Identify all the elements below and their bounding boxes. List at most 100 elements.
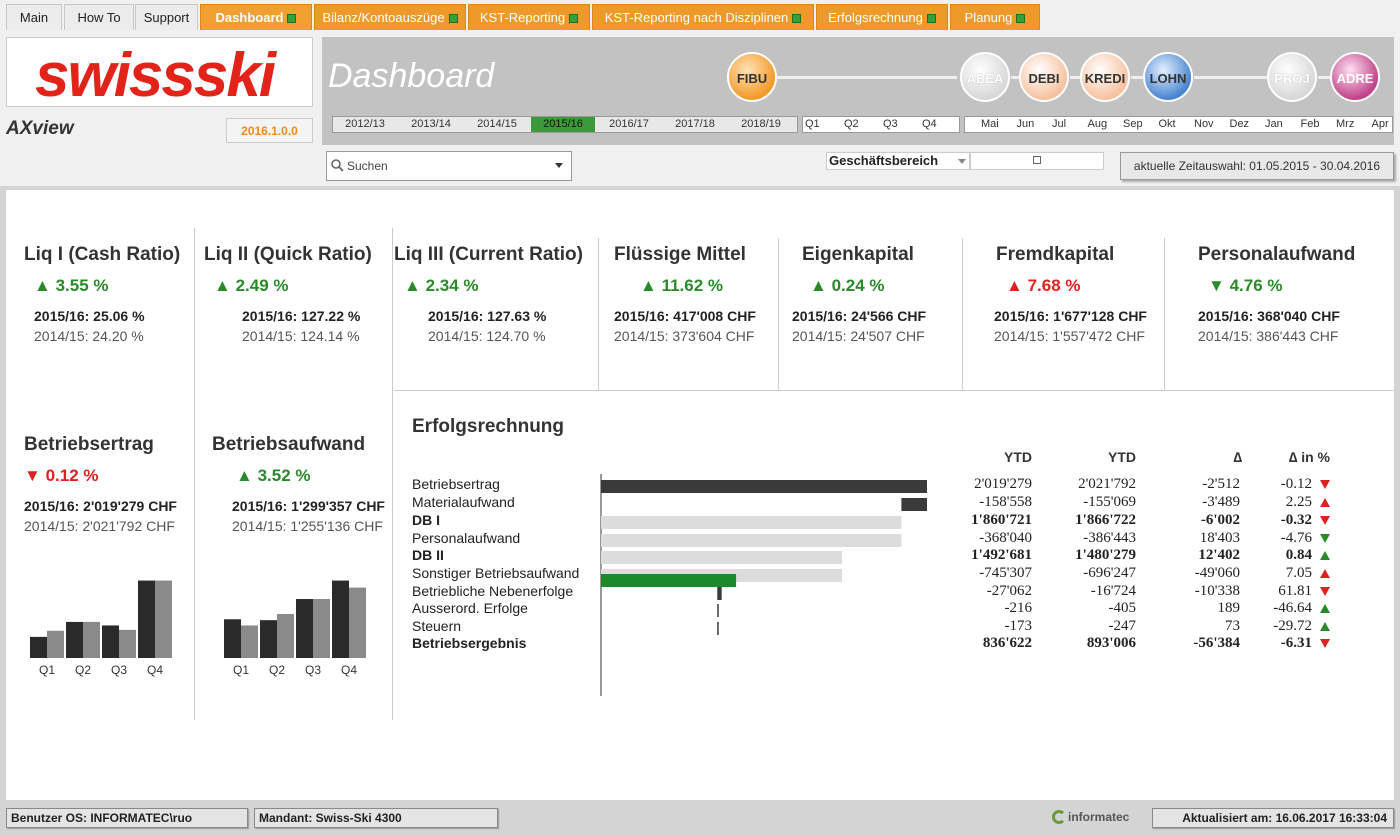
kpi-card: Betriebsaufwand ▲ 3.52 % 2015/16: 1'299'35… xyxy=(212,434,385,534)
tab-label: Support xyxy=(143,10,190,25)
module-fibu-button[interactable]: FIBU xyxy=(727,52,777,102)
header: swissski AXview 2016.1.0.0 Dashboard FIB… xyxy=(0,34,1400,186)
dashboard-panel: Liq I (Cash Ratio) ▲ 3.55 % 2015/16: 25.06… xyxy=(6,190,1394,800)
kpi-title: Fremdkapital xyxy=(996,244,1115,265)
arrow-up-icon xyxy=(1320,569,1330,578)
tab-6[interactable]: KST-Reporting nach Disziplinen xyxy=(592,4,814,30)
status-dot-icon xyxy=(1016,14,1026,23)
kpi-change-value: 4.76 % xyxy=(1229,276,1283,295)
module-kredi-button[interactable]: KREDI xyxy=(1080,52,1130,102)
tab-3[interactable]: Dashboard xyxy=(200,4,312,30)
tick-label: Q1 xyxy=(39,663,55,677)
checkbox[interactable] xyxy=(1033,156,1041,164)
kpi-change-value: 0.12 % xyxy=(45,466,99,485)
kpi-card: Fremdkapital ▲ 7.68 % 2015/16: 1'677'128 C… xyxy=(994,244,1147,344)
module-abea-button[interactable]: ABEA xyxy=(960,52,1010,102)
tab-bar: Main How To Support Dashboard Bilanz/Kontoau… xyxy=(0,0,1400,34)
tab-0[interactable]: Main xyxy=(6,4,62,30)
quarter-Q4[interactable]: Q4 xyxy=(922,117,937,132)
tab-label: Dashboard xyxy=(215,10,284,25)
table-row: Materialaufwand -158'558 -155'069 -3'489 2.2… xyxy=(412,494,1372,511)
kpi-change: ▼ 0.12 % xyxy=(24,466,177,486)
tab-7[interactable]: Erfolgsrechnung xyxy=(816,4,948,30)
tab-8[interactable]: Planung xyxy=(950,4,1040,30)
year-2018/19[interactable]: 2018/19 xyxy=(729,117,793,132)
month-Jan[interactable]: Jan xyxy=(1265,117,1283,132)
cell-ytd: -158'558 xyxy=(979,494,1032,510)
kpi-previous: 2014/15: 2'021'792 CHF xyxy=(24,518,175,534)
tab-1[interactable]: How To xyxy=(64,4,134,30)
divider xyxy=(778,238,779,390)
month-Mrz[interactable]: Mrz xyxy=(1336,117,1354,132)
month-Mai[interactable]: Mai xyxy=(981,117,999,132)
chevron-down-icon[interactable] xyxy=(555,163,563,168)
bar-Q4-s1 xyxy=(349,587,366,658)
informatec-text: informatec xyxy=(1068,810,1130,824)
row-label: Steuern xyxy=(412,618,462,634)
kpi-current: 2015/16: 25.06 % xyxy=(34,308,145,324)
month-Okt[interactable]: Okt xyxy=(1159,117,1176,132)
search-input[interactable]: Suchen xyxy=(326,151,572,181)
cell-ytd: -216 xyxy=(1004,600,1033,616)
module-debi-button[interactable]: DEBI xyxy=(1019,52,1069,102)
quarter-Q3[interactable]: Q3 xyxy=(883,117,898,132)
cell-delta_pct: 7.05 xyxy=(1285,565,1312,581)
module-proj-button[interactable]: PROJ xyxy=(1267,52,1317,102)
month-selector[interactable]: Mai Jun Jul Aug Sep Okt Nov Dez Jan Feb Mrz Apr xyxy=(964,116,1393,133)
year-2016/17[interactable]: 2016/17 xyxy=(597,117,661,132)
geschaeftsbereich-filter[interactable] xyxy=(970,152,1104,170)
kpi-change-value: 3.55 % xyxy=(55,276,109,295)
cell-ytd: -368'040 xyxy=(979,530,1032,546)
cell-ytd_prev: 1'866'722 xyxy=(1075,512,1136,528)
month-Dez[interactable]: Dez xyxy=(1230,117,1250,132)
quarter-selector[interactable]: Q1 Q2 Q3 Q4 xyxy=(802,116,960,133)
bar-Q4-s1 xyxy=(155,580,172,658)
geschaeftsbereich-select[interactable]: Geschäftsbereich xyxy=(826,152,970,170)
arrow-down-icon xyxy=(1320,534,1330,543)
tick-label: Q2 xyxy=(269,663,285,677)
kpi-title: Liq III (Current Ratio) xyxy=(394,244,583,265)
year-2015/16[interactable]: 2015/16 xyxy=(531,117,595,132)
year-2017/18[interactable]: 2017/18 xyxy=(663,117,727,132)
zeitauswahl-button[interactable]: aktuelle Zeitauswahl: 01.05.2015 - 30.04… xyxy=(1120,152,1394,180)
kpi-title: Betriebsaufwand xyxy=(212,434,366,455)
year-selector[interactable]: 2012/13 2013/14 2014/15 2015/16 2016/17 2017/… xyxy=(332,116,798,133)
tab-2[interactable]: Support xyxy=(135,4,198,30)
row-label: DB II xyxy=(412,547,444,563)
cell-ytd_prev: -696'247 xyxy=(1083,565,1136,581)
year-2014/15[interactable]: 2014/15 xyxy=(465,117,529,132)
tab-label: KST-Reporting nach Disziplinen xyxy=(604,10,789,25)
arrow-up-icon xyxy=(1320,622,1330,631)
month-Aug[interactable]: Aug xyxy=(1088,117,1108,132)
month-Jun[interactable]: Jun xyxy=(1017,117,1035,132)
kpi-card: Personalaufwand ▼ 4.76 % 2015/16: 368'040 … xyxy=(1198,244,1355,344)
quarter-Q2[interactable]: Q2 xyxy=(844,117,859,132)
cell-ytd_prev: -16'724 xyxy=(1090,583,1136,599)
bar-Q2-s1 xyxy=(83,621,100,658)
cell-delta_pct: -0.12 xyxy=(1280,476,1312,492)
module-lohn-button[interactable]: LOHN xyxy=(1143,52,1193,102)
month-Feb[interactable]: Feb xyxy=(1301,117,1320,132)
kpi-change: ▲ 3.55 % xyxy=(34,276,180,296)
module-adre-button[interactable]: ADRE xyxy=(1330,52,1380,102)
quarter-Q1[interactable]: Q1 xyxy=(805,117,820,132)
kpi-current: 2015/16: 1'299'357 CHF xyxy=(232,498,385,514)
month-Nov[interactable]: Nov xyxy=(1194,117,1214,132)
arrow-up-icon: ▲ xyxy=(1006,276,1028,295)
cell-delta_pct: 2.25 xyxy=(1285,494,1312,510)
table-row: Steuern -173 -247 73 -29.72 xyxy=(412,618,1372,635)
month-Apr[interactable]: Apr xyxy=(1372,117,1389,132)
table-row: DB I 1'860'721 1'866'722 -6'002 -0.32 xyxy=(412,512,1372,529)
tick-label: Q4 xyxy=(341,663,357,677)
year-2013/14[interactable]: 2013/14 xyxy=(399,117,463,132)
kpi-change-value: 2.34 % xyxy=(425,276,479,295)
tab-5[interactable]: KST-Reporting xyxy=(468,4,590,30)
cell-ytd_prev: 2'021'792 xyxy=(1078,476,1136,492)
month-Sep[interactable]: Sep xyxy=(1123,117,1143,132)
year-2012/13[interactable]: 2012/13 xyxy=(333,117,397,132)
tab-4[interactable]: Bilanz/Kontoauszüge xyxy=(314,4,466,30)
month-Jul[interactable]: Jul xyxy=(1052,117,1066,132)
status-dot-icon xyxy=(926,14,936,23)
footer-updated: Aktualisiert am: 16.06.2017 16:33:04 xyxy=(1152,808,1394,828)
row-label: DB I xyxy=(412,512,440,528)
